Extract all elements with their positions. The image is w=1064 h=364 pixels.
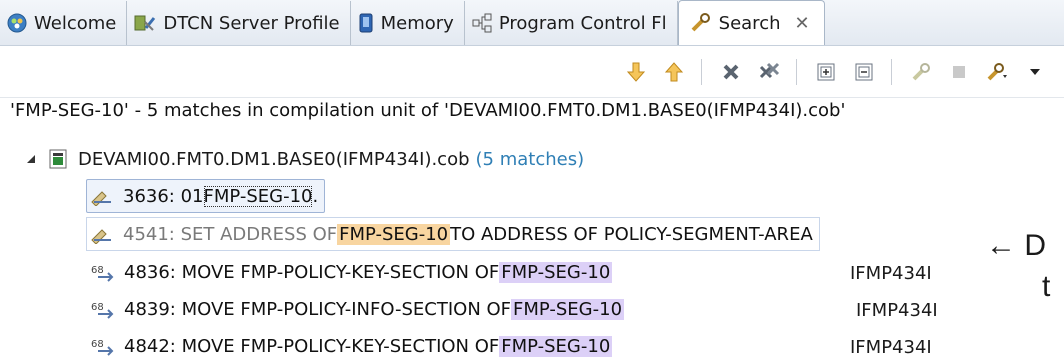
tab-program-control-flow[interactable]: Program Control Fl	[465, 1, 678, 45]
run-search-again-icon[interactable]	[906, 57, 936, 87]
match-prefix: 4836: MOVE FMP-POLICY-KEY-SECTION OF	[124, 261, 500, 283]
match-count: (5 matches)	[475, 148, 585, 170]
toolbar-separator	[701, 58, 702, 85]
search-status-line: 'FMP-SEG-10' - 5 matches in compilation …	[10, 100, 846, 121]
tab-welcome[interactable]: Welcome	[0, 1, 128, 45]
show-previous-searches-icon[interactable]	[982, 57, 1012, 87]
write-reference-icon	[89, 224, 123, 244]
match-row[interactable]: 68 4842: MOVE FMP-POLICY-KEY-SECTION OF …	[86, 328, 613, 364]
tab-label: Search	[718, 12, 781, 34]
next-match-icon[interactable]	[621, 57, 651, 87]
tab-label: Welcome	[34, 12, 117, 34]
svg-text:68: 68	[91, 302, 104, 313]
tree-file-node[interactable]: DEVAMI00.FMT0.DM1.BASE0(IFMP434I).cob (5…	[26, 148, 584, 170]
selection-box: 3636: 01 FMP-SEG-10.	[86, 179, 326, 213]
tab-dtcn-server-profile[interactable]: DTCN Server Profile	[127, 1, 351, 45]
match-row[interactable]: 68 4839: MOVE FMP-POLICY-INFO-SECTION OF…	[86, 291, 625, 327]
match-highlight: FMP-SEG-10	[499, 335, 613, 357]
tab-search[interactable]: Search ✕	[677, 0, 825, 45]
remove-selected-icon[interactable]	[716, 57, 746, 87]
match-suffix: TO ADDRESS OF POLICY-SEGMENT-AREA	[450, 223, 813, 245]
expanded-triangle-icon[interactable]	[26, 154, 36, 164]
match-prefix: 4541: SET ADDRESS OF	[123, 223, 338, 245]
match-highlight: FMP-SEG-10	[337, 223, 451, 245]
match-highlight: FMP-SEG-10	[511, 298, 625, 320]
match-owner: IFMP434I	[856, 300, 938, 321]
toolbar-separator	[891, 58, 892, 85]
editor-tab-bar: Welcome DTCN Server Profile Memory Progr…	[0, 0, 1064, 46]
cancel-search-icon[interactable]	[944, 57, 974, 87]
write-reference-icon	[89, 186, 123, 206]
tab-label: Program Control Fl	[498, 12, 667, 34]
svg-text:68: 68	[91, 265, 104, 276]
read-reference-icon: 68	[90, 262, 124, 282]
search-icon	[689, 12, 713, 34]
read-reference-icon: 68	[90, 336, 124, 356]
view-menu-icon[interactable]	[1020, 57, 1050, 87]
welcome-icon	[6, 12, 28, 34]
read-reference-icon: 68	[90, 299, 124, 319]
server-profile-icon	[133, 12, 157, 34]
tab-label: Memory	[380, 12, 454, 34]
match-highlight: FMP-SEG-10	[203, 185, 313, 207]
svg-text:68: 68	[91, 339, 104, 350]
match-suffix: .	[312, 185, 319, 207]
match-owner: IFMP434I	[850, 337, 932, 358]
previous-match-icon[interactable]	[659, 57, 689, 87]
search-view-toolbar	[0, 46, 1064, 98]
match-row[interactable]: 4541: SET ADDRESS OF FMP-SEG-10 TO ADDRE…	[86, 216, 820, 252]
tab-memory[interactable]: Memory	[351, 1, 465, 45]
close-icon[interactable]: ✕	[795, 13, 810, 34]
expand-all-icon[interactable]	[811, 57, 841, 87]
tab-label: DTCN Server Profile	[163, 12, 340, 34]
annotation-text: t	[1042, 270, 1051, 303]
program-control-icon	[471, 12, 493, 34]
memory-icon	[357, 12, 375, 34]
match-row[interactable]: 68 4836: MOVE FMP-POLICY-KEY-SECTION OF …	[86, 254, 613, 290]
match-prefix: 3636: 01	[123, 185, 204, 207]
toolbar-separator	[796, 58, 797, 85]
cobol-file-icon	[48, 148, 68, 170]
match-highlight: FMP-SEG-10	[499, 261, 613, 283]
file-name: DEVAMI00.FMT0.DM1.BASE0(IFMP434I).cob	[78, 148, 470, 170]
match-owner: IFMP434I	[850, 263, 932, 284]
collapse-all-icon[interactable]	[849, 57, 879, 87]
match-row[interactable]: 3636: 01 FMP-SEG-10.	[86, 178, 326, 214]
remove-all-icon[interactable]	[754, 57, 784, 87]
match-prefix: 4842: MOVE FMP-POLICY-KEY-SECTION OF	[124, 335, 500, 357]
match-prefix: 4839: MOVE FMP-POLICY-INFO-SECTION OF	[124, 298, 512, 320]
annotation-arrow-text: ← D	[986, 229, 1046, 262]
